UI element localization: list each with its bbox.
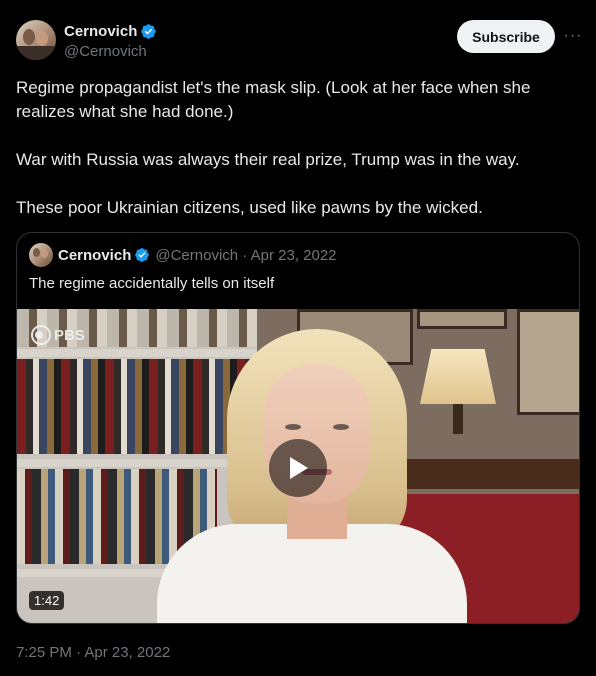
tweet-paragraph: War with Russia was always their real pr… xyxy=(16,150,520,169)
quoted-tweet-card[interactable]: Cernovich @Cernovich · Apr 23, 2022 The … xyxy=(16,232,580,624)
video-background-lamp xyxy=(420,349,496,404)
quoted-author-name: Cernovich xyxy=(58,246,132,264)
subscribe-button[interactable]: Subscribe xyxy=(457,20,555,53)
video-duration: 1:42 xyxy=(29,591,65,610)
tweet-paragraph: These poor Ukrainian citizens, used like… xyxy=(16,198,483,217)
pbs-logo-icon xyxy=(31,325,51,345)
verified-badge-icon xyxy=(135,248,150,262)
author-name[interactable]: Cernovich xyxy=(64,23,137,40)
play-icon xyxy=(290,457,308,479)
more-icon[interactable]: ··· xyxy=(562,26,584,46)
play-button[interactable] xyxy=(269,439,327,497)
video-background-frame xyxy=(417,309,507,329)
video-player[interactable]: PBS 1:42 xyxy=(17,309,579,623)
verified-badge-icon xyxy=(141,24,157,39)
pbs-label: PBS xyxy=(54,326,85,344)
pbs-watermark: PBS xyxy=(31,325,85,345)
tweet-header: Cernovich @Cernovich Subscribe ··· xyxy=(0,0,596,80)
tweet-timestamp[interactable]: 7:25 PM · Apr 23, 2022 xyxy=(16,644,170,661)
video-background-frame xyxy=(517,309,579,415)
quoted-author-avatar xyxy=(29,243,53,267)
quoted-tweet-meta: @Cernovich · Apr 23, 2022 xyxy=(155,246,337,264)
tweet-paragraph: Regime propagandist let's the mask slip.… xyxy=(16,78,531,121)
author-avatar[interactable] xyxy=(16,20,56,60)
author-name-row[interactable]: Cernovich xyxy=(64,23,157,40)
tweet-text: Regime propagandist let's the mask slip.… xyxy=(16,76,576,220)
video-person-shirt xyxy=(157,524,467,623)
quoted-tweet-text: The regime accidentally tells on itself xyxy=(29,275,275,292)
quoted-tweet-header: Cernovich @Cernovich · Apr 23, 2022 xyxy=(29,243,337,267)
author-handle[interactable]: @Cernovich xyxy=(64,43,147,60)
